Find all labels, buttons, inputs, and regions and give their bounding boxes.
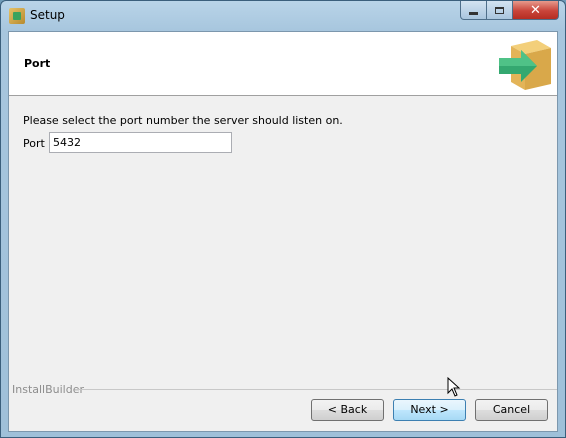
installer-box-icon bbox=[9, 8, 25, 24]
footer-divider bbox=[75, 389, 557, 390]
installbuilder-brand: InstallBuilder bbox=[12, 383, 85, 396]
port-label: Port bbox=[23, 137, 45, 150]
instruction-text: Please select the port number the server… bbox=[23, 114, 343, 127]
close-icon: ✕ bbox=[530, 2, 541, 18]
caption-buttons: ✕ bbox=[460, 1, 559, 21]
header-panel: Port bbox=[9, 32, 557, 96]
dialog-body: Port Please select the port number the s… bbox=[8, 31, 558, 432]
page-title: Port bbox=[24, 57, 51, 70]
maximize-icon bbox=[495, 6, 504, 14]
minimize-button[interactable] bbox=[460, 1, 487, 20]
window-title: Setup bbox=[30, 8, 65, 22]
mouse-pointer-icon bbox=[447, 377, 461, 397]
title-bar[interactable]: Setup ✕ bbox=[1, 1, 565, 31]
setup-window: Setup ✕ Port Please select the port numb… bbox=[0, 0, 566, 438]
box-arrow-icon bbox=[499, 40, 551, 90]
back-button[interactable]: < Back bbox=[311, 399, 384, 421]
maximize-button[interactable] bbox=[487, 1, 513, 20]
close-button[interactable]: ✕ bbox=[513, 1, 559, 20]
cancel-button[interactable]: Cancel bbox=[475, 399, 548, 421]
port-field[interactable] bbox=[49, 132, 232, 153]
next-button[interactable]: Next > bbox=[393, 399, 466, 421]
minimize-icon bbox=[469, 11, 478, 15]
